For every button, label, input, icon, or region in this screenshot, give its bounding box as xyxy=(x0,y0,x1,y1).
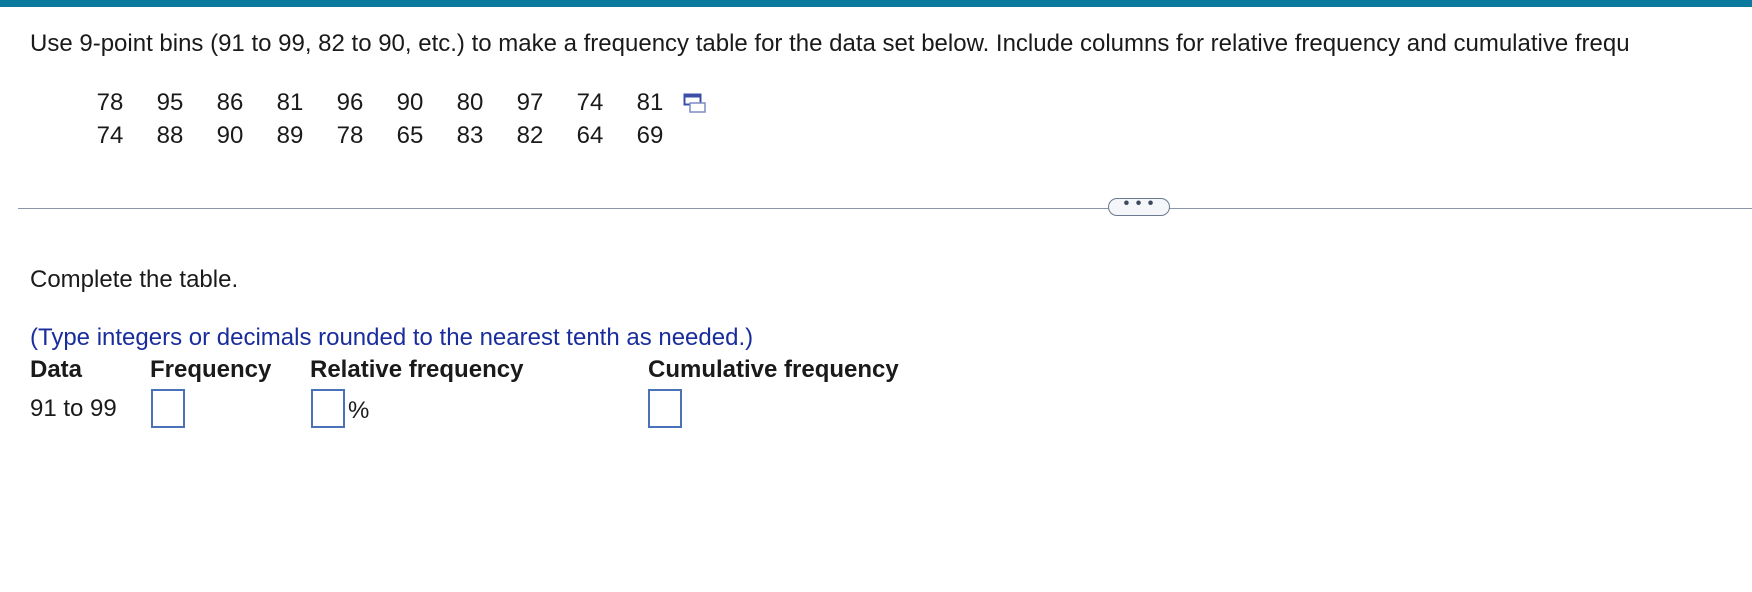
percent-unit: % xyxy=(348,397,370,424)
header-data: Data xyxy=(30,356,83,383)
data-value: 81 xyxy=(276,89,304,116)
data-value: 97 xyxy=(516,89,544,116)
data-value: 89 xyxy=(276,122,304,149)
relative-frequency-input[interactable] xyxy=(311,389,345,428)
data-value: 86 xyxy=(216,89,244,116)
frequency-input[interactable] xyxy=(151,389,185,428)
data-value: 90 xyxy=(216,122,244,149)
header-cumulative-frequency: Cumulative frequency xyxy=(648,356,899,383)
data-value: 78 xyxy=(96,89,124,116)
data-value: 65 xyxy=(396,122,424,149)
data-value: 78 xyxy=(336,122,364,149)
question-text: Use 9-point bins (91 to 99, 82 to 90, et… xyxy=(30,30,1630,57)
bin-label-91-99: 91 to 99 xyxy=(30,395,117,422)
data-value: 95 xyxy=(156,89,184,116)
data-set-grid: 78 95 86 81 96 90 80 97 74 81 74 88 90 8… xyxy=(80,86,680,152)
data-value: 96 xyxy=(336,89,364,116)
answer-format-hint: (Type integers or decimals rounded to th… xyxy=(30,324,754,351)
data-row-2: 74 88 90 89 78 65 83 82 64 69 xyxy=(80,119,680,152)
header-frequency: Frequency xyxy=(150,356,272,383)
cumulative-frequency-input[interactable] xyxy=(648,389,682,428)
expand-more-button[interactable]: • • • xyxy=(1108,196,1170,216)
data-value: 88 xyxy=(156,122,184,149)
instruction-text: Complete the table. xyxy=(30,266,239,293)
copy-to-clipboard-icon[interactable] xyxy=(683,92,707,114)
data-value: 69 xyxy=(636,122,664,149)
data-value: 74 xyxy=(96,122,124,149)
data-value: 81 xyxy=(636,89,664,116)
data-row-1: 78 95 86 81 96 90 80 97 74 81 xyxy=(80,86,680,119)
data-value: 82 xyxy=(516,122,544,149)
top-accent-bar xyxy=(0,0,1752,7)
data-value: 74 xyxy=(576,89,604,116)
data-value: 83 xyxy=(456,122,484,149)
section-divider xyxy=(18,208,1752,209)
data-value: 90 xyxy=(396,89,424,116)
header-relative-frequency: Relative frequency xyxy=(310,356,524,383)
data-value: 64 xyxy=(576,122,604,149)
data-value: 80 xyxy=(456,89,484,116)
